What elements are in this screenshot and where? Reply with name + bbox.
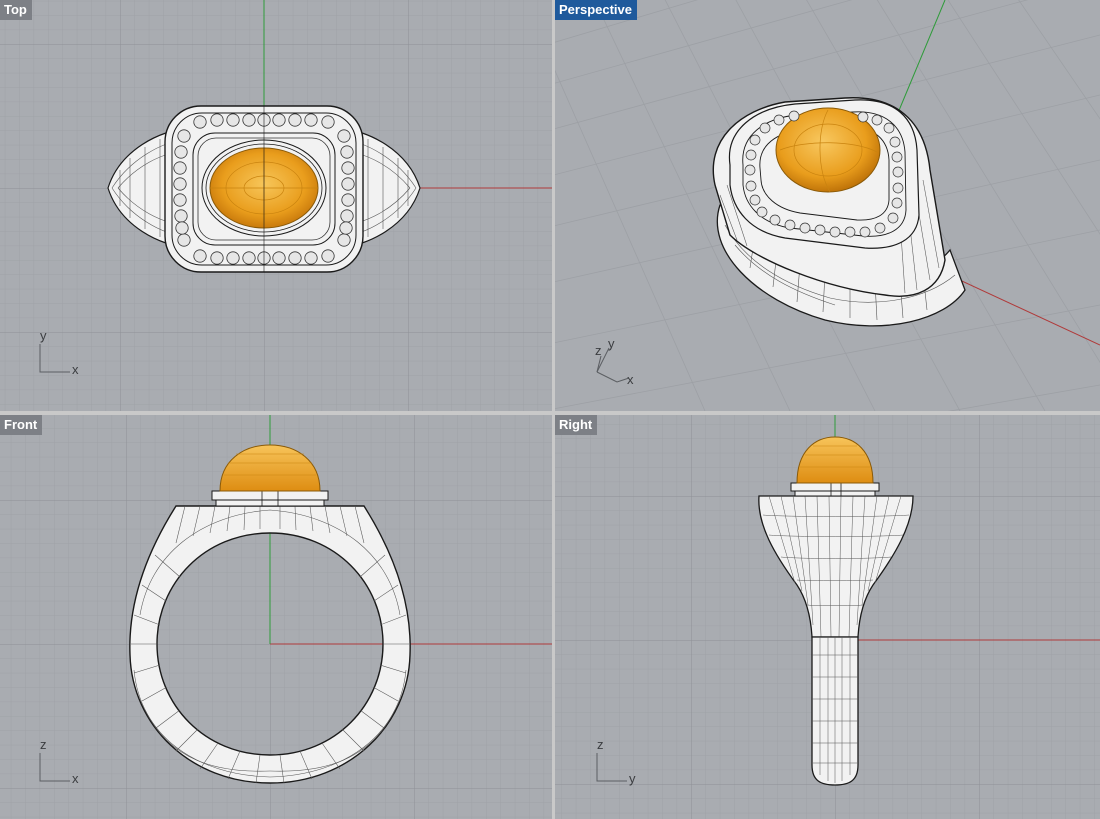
ring-perspective-view [712,97,966,327]
svg-text:x: x [72,771,79,786]
svg-text:y: y [40,328,47,343]
top-view-canvas[interactable]: y x [0,0,552,411]
viewport-perspective[interactable]: Perspective z y x [555,0,1100,411]
svg-text:z: z [597,737,604,752]
right-view-canvas[interactable]: z y [555,415,1100,819]
viewport-front[interactable]: Front z x [0,415,552,819]
y-axis-line [894,0,946,121]
svg-text:x: x [72,362,79,377]
axis-gizmo-icon: z y x [595,336,634,387]
viewport-label-front[interactable]: Front [0,415,43,435]
front-view-canvas[interactable]: z x [0,415,552,819]
perspective-view-canvas[interactable]: z y x [555,0,1100,411]
svg-text:y: y [629,771,636,786]
viewport-right[interactable]: Right z y [555,415,1100,819]
viewport-label-perspective[interactable]: Perspective [555,0,637,20]
viewport-top[interactable]: Top y x [0,0,552,411]
svg-text:z: z [40,737,47,752]
svg-text:y: y [608,336,615,351]
svg-text:z: z [595,343,602,358]
viewport-label-top[interactable]: Top [0,0,32,20]
svg-text:x: x [627,372,634,387]
viewport-label-right[interactable]: Right [555,415,598,435]
